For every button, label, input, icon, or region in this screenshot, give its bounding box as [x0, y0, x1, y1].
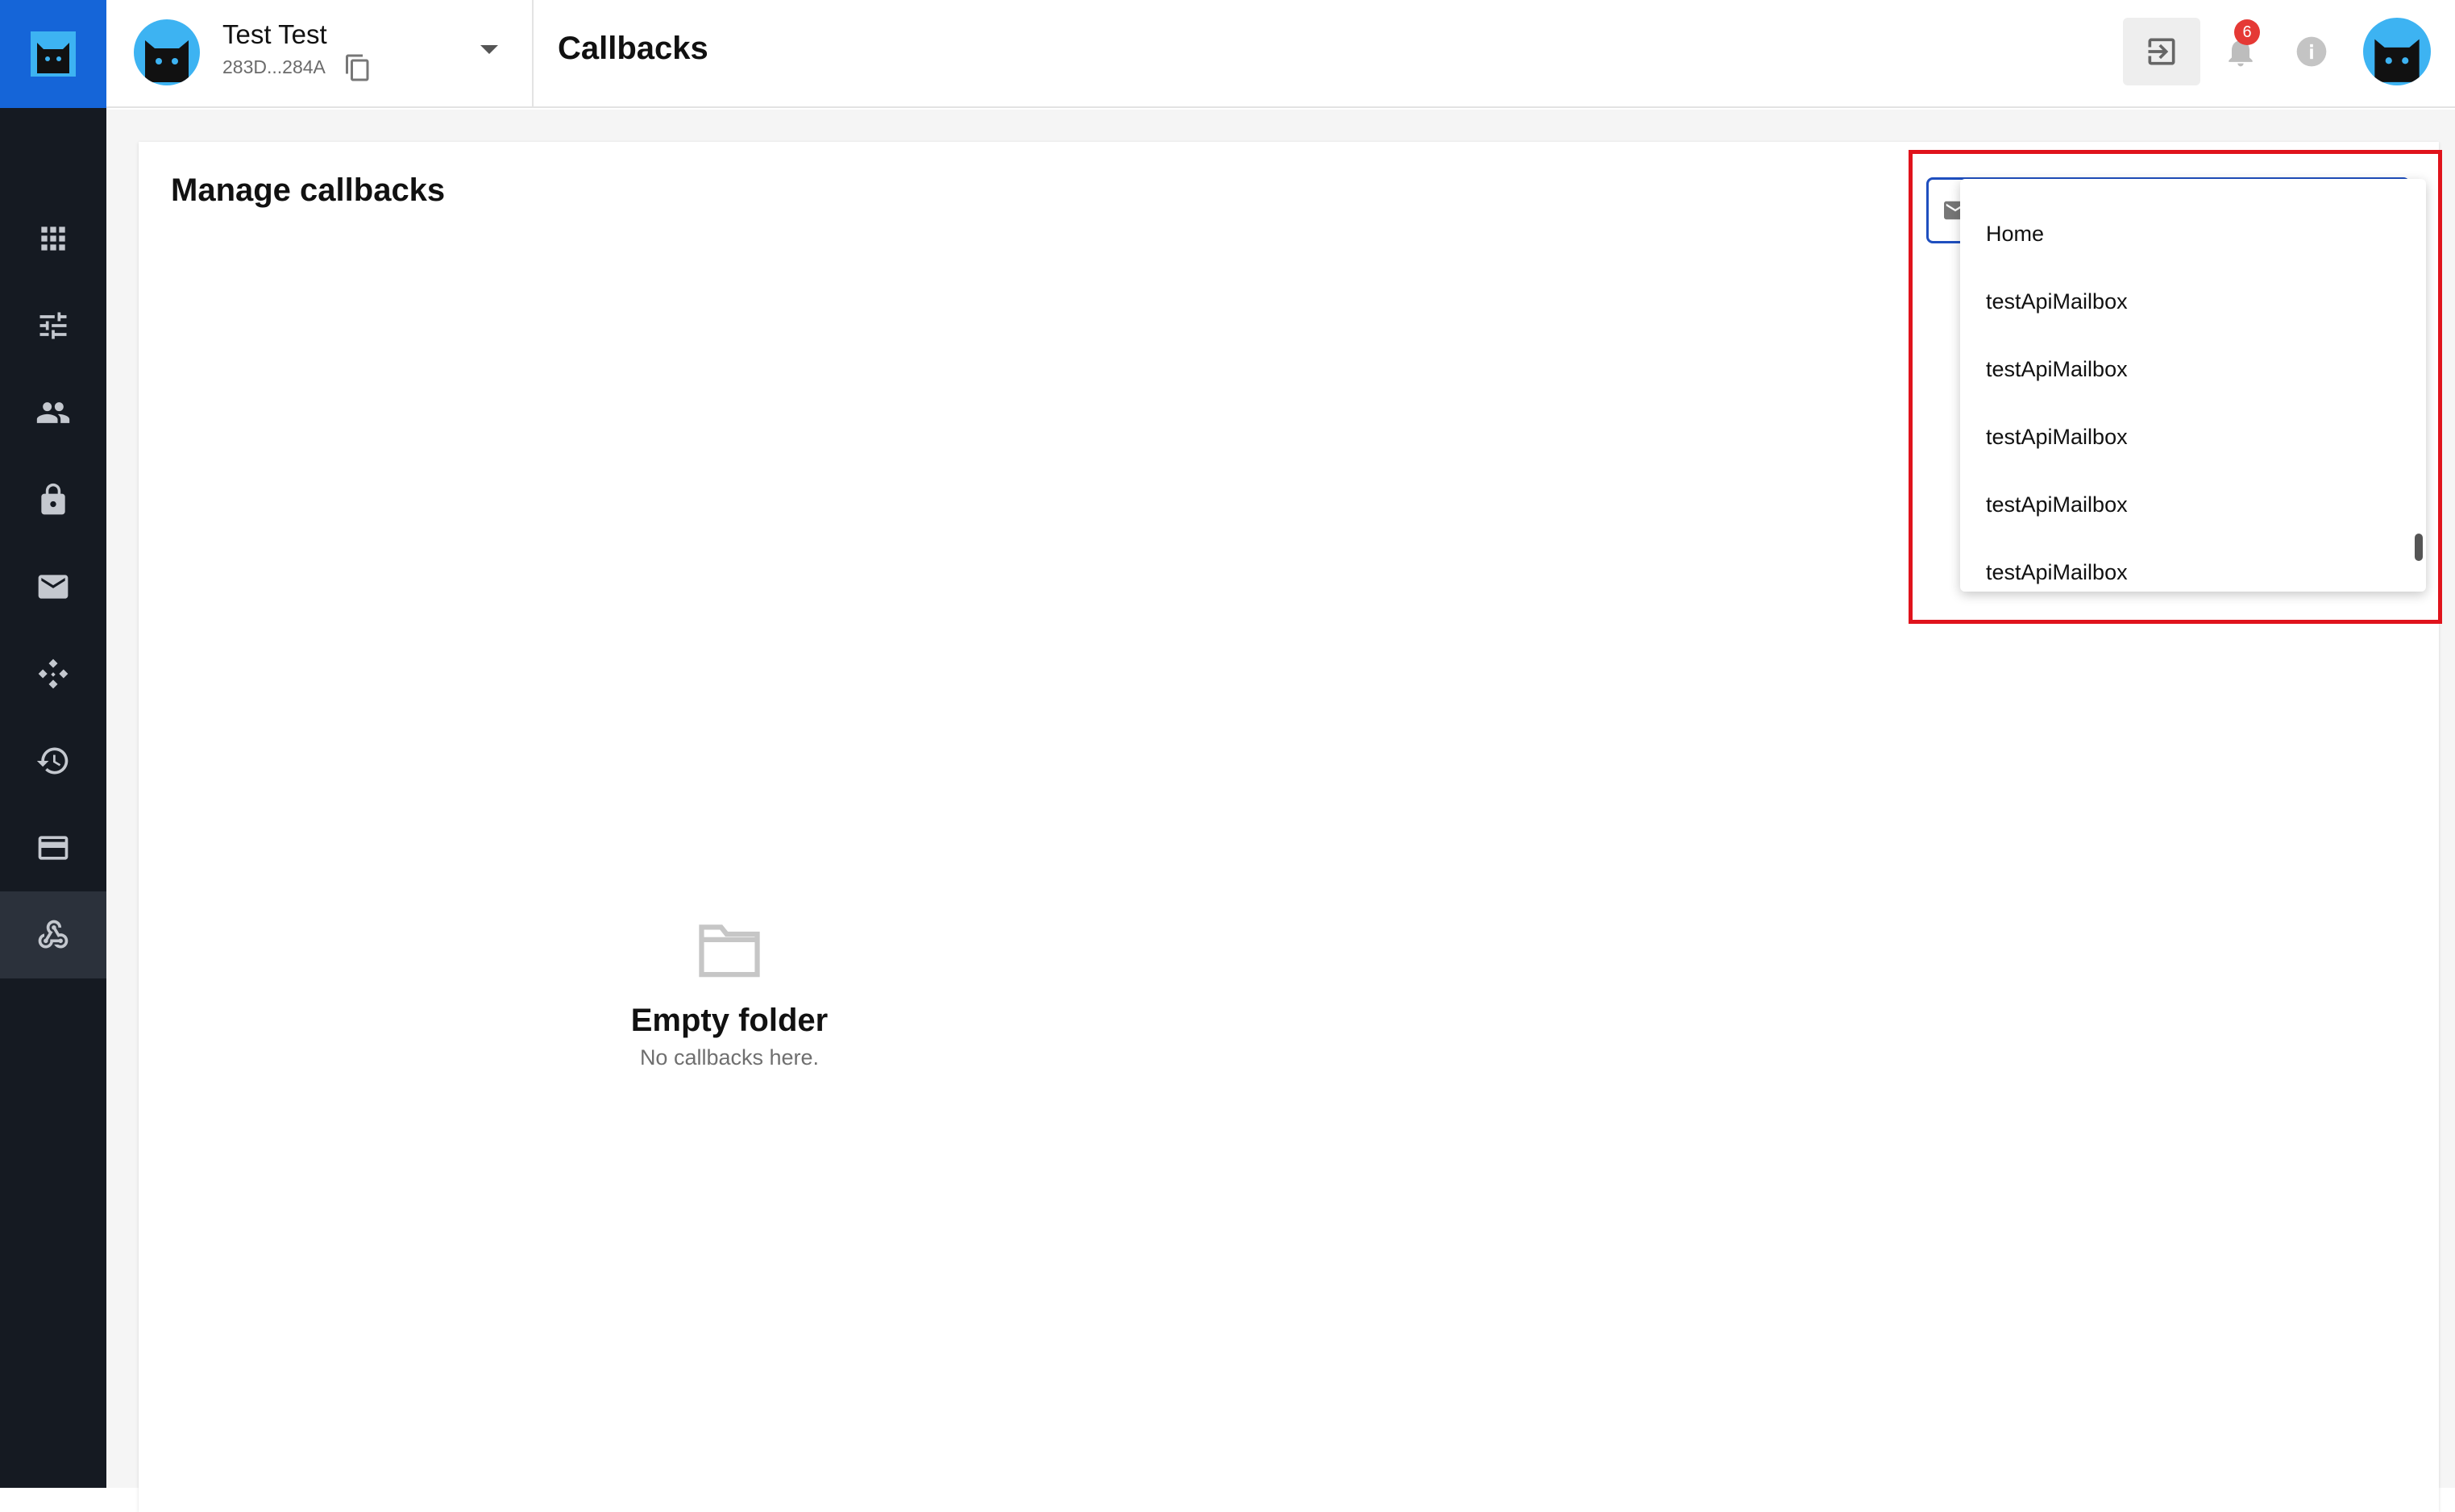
- page-title: Callbacks: [558, 31, 708, 66]
- dropdown-option[interactable]: testApiMailbox: [1960, 471, 2411, 538]
- apps-icon: [41, 226, 65, 251]
- cat-logo-icon: [31, 31, 76, 77]
- switch-account-button[interactable]: [2123, 18, 2200, 85]
- dropdown-option[interactable]: testApiMailbox: [1960, 268, 2411, 335]
- top-bar: Test Test 283D...284A Callbacks 6: [106, 0, 2455, 108]
- sidebar-item-security[interactable]: [0, 456, 106, 543]
- dropdown-scrollbar[interactable]: [2415, 534, 2423, 561]
- dropdown-option[interactable]: testApiMailbox: [1960, 403, 2411, 471]
- sidebar-item-users[interactable]: [0, 369, 106, 456]
- lock-icon: [41, 483, 65, 515]
- dropdown-option[interactable]: testApiMailbox: [1960, 538, 2411, 592]
- login-icon: [2148, 38, 2175, 65]
- copy-icon[interactable]: [343, 52, 372, 84]
- sidebar-item-billing[interactable]: [0, 804, 106, 891]
- sidebar: [0, 0, 106, 1488]
- account-switcher[interactable]: Test Test 283D...284A: [106, 0, 534, 108]
- empty-subtitle: No callbacks here.: [639, 1045, 820, 1070]
- sidebar-item-settings[interactable]: [0, 282, 106, 369]
- webhook-icon: [38, 920, 69, 949]
- people-icon: [36, 402, 70, 423]
- mail-icon: [38, 575, 69, 599]
- empty-title: Empty folder: [630, 1003, 829, 1038]
- folder-icon: [699, 924, 760, 978]
- app-logo[interactable]: [0, 0, 106, 108]
- dropdown-option[interactable]: testApiMailbox: [1960, 335, 2411, 403]
- user-avatar[interactable]: [2363, 18, 2431, 85]
- card-title: Manage callbacks: [171, 172, 446, 208]
- account-id: 283D...284A: [222, 56, 326, 77]
- account-name: Test Test: [222, 19, 327, 49]
- sidebar-item-integrations[interactable]: [0, 630, 106, 717]
- chevron-down-icon[interactable]: [480, 45, 498, 54]
- tune-icon: [39, 312, 67, 339]
- account-avatar: [134, 19, 200, 85]
- credit-card-icon: [38, 836, 69, 860]
- empty-state: Empty folder No callbacks here.: [139, 919, 1320, 1070]
- sidebar-item-mailboxes[interactable]: [0, 543, 106, 630]
- sidebar-item-dashboard[interactable]: [0, 195, 106, 282]
- cat-avatar-icon: [145, 40, 189, 82]
- mailbox-dropdown-menu: Home testApiMailbox testApiMailbox testA…: [1960, 179, 2426, 592]
- sidebar-item-history[interactable]: [0, 717, 106, 804]
- diamond-network-icon: [38, 658, 69, 689]
- info-button[interactable]: [2273, 18, 2350, 85]
- cat-avatar-icon: [2374, 39, 2420, 82]
- sidebar-item-callbacks[interactable]: [0, 891, 106, 978]
- dropdown-option[interactable]: Home: [1960, 200, 2411, 268]
- info-icon: [2296, 36, 2327, 67]
- notification-badge: 6: [2234, 19, 2260, 45]
- history-icon: [36, 747, 69, 775]
